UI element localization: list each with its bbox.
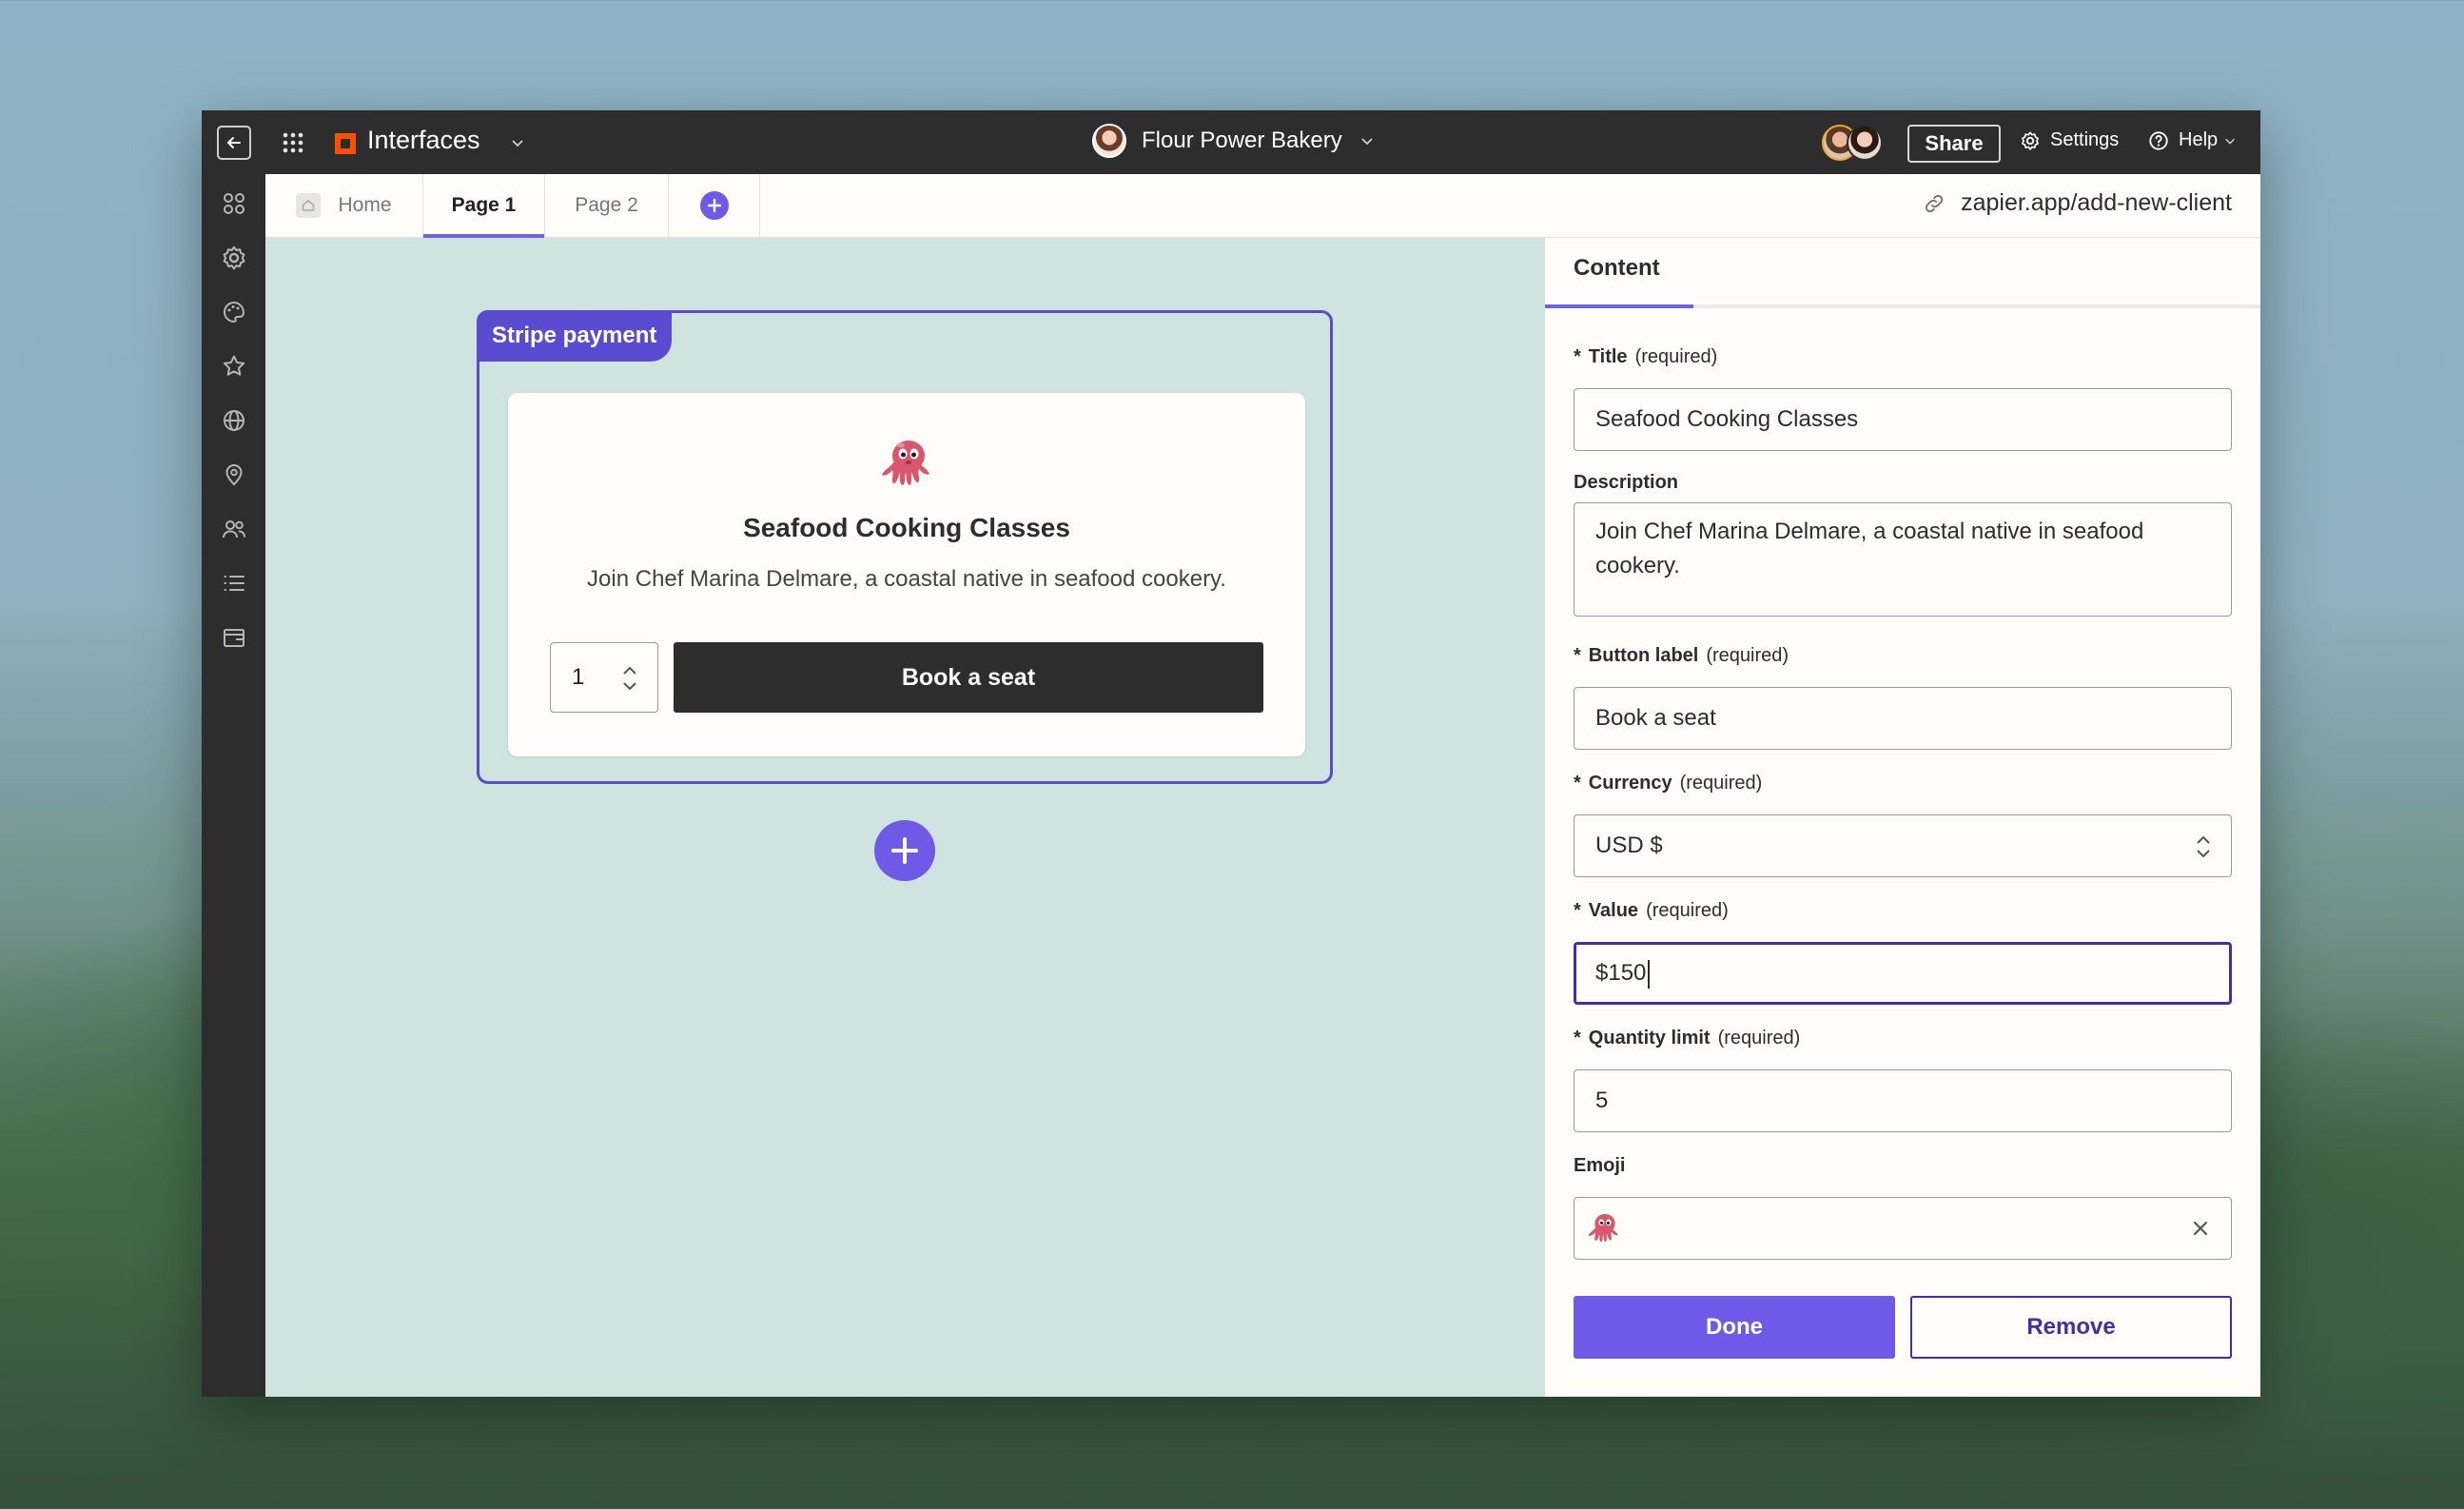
value-input[interactable]: $150 bbox=[1574, 942, 2232, 1005]
star-icon[interactable] bbox=[221, 353, 247, 380]
users-icon[interactable] bbox=[221, 516, 247, 542]
page-canvas: Stripe payment Seafood Cooking Classes J… bbox=[265, 238, 1545, 1397]
block-type-tag: Stripe payment bbox=[477, 310, 673, 362]
currency-label: * Currency (required) bbox=[1574, 773, 1763, 794]
value-text: $150 bbox=[1595, 960, 1647, 986]
settings-gear-icon[interactable] bbox=[221, 245, 247, 271]
remove-button[interactable]: Remove bbox=[1910, 1296, 2232, 1359]
settings-button[interactable]: Settings bbox=[2020, 129, 2119, 151]
app-window: Interfaces Flour Power Bakery Share Sett… bbox=[202, 110, 2260, 1397]
quantity-value: 1 bbox=[572, 664, 585, 690]
plus-icon bbox=[891, 837, 918, 864]
palette-icon[interactable] bbox=[221, 299, 247, 325]
chevron-down-icon[interactable] bbox=[510, 135, 525, 150]
url-text: zapier.app/add-new-client bbox=[1961, 189, 2232, 216]
plus-icon bbox=[699, 191, 729, 220]
octopus-icon bbox=[882, 441, 929, 485]
description-textarea[interactable]: Join Chef Marina Delmare, a coastal nati… bbox=[1574, 502, 2232, 617]
title-label: * Title (required) bbox=[1574, 346, 1718, 367]
list-icon[interactable] bbox=[221, 570, 247, 597]
emoji-label: Emoji bbox=[1574, 1155, 1626, 1176]
tab-page-1[interactable]: Page 1 bbox=[423, 174, 545, 238]
octopus-icon bbox=[1588, 1214, 1618, 1243]
apps-grid-icon[interactable] bbox=[282, 131, 304, 154]
text-cursor bbox=[1648, 959, 1651, 989]
wallet-icon[interactable] bbox=[221, 624, 247, 651]
quantity-stepper[interactable]: 1 bbox=[550, 642, 658, 713]
button-label-label: * Button label (required) bbox=[1574, 645, 1789, 666]
panel-tabs: Content bbox=[1545, 238, 2260, 308]
value-label: * Value (required) bbox=[1574, 900, 1729, 921]
currency-value: USD $ bbox=[1595, 833, 1663, 858]
stripe-payment-block[interactable]: Stripe payment Seafood Cooking Classes J… bbox=[477, 310, 1333, 784]
select-arrows-icon bbox=[2197, 835, 2210, 858]
payment-card: Seafood Cooking Classes Join Chef Marina… bbox=[508, 393, 1305, 756]
arrow-left-icon bbox=[227, 137, 241, 148]
tab-page-2[interactable]: Page 2 bbox=[545, 174, 669, 237]
top-bar: Interfaces Flour Power Bakery Share Sett… bbox=[202, 110, 2260, 174]
quantity-limit-input[interactable]: 5 bbox=[1574, 1069, 2232, 1132]
help-circle-icon bbox=[2149, 130, 2168, 150]
help-label: Help bbox=[2179, 129, 2219, 150]
workspace-name: Flour Power Bakery bbox=[1142, 127, 1342, 153]
description-label: Description bbox=[1574, 472, 1679, 493]
page-tabs: Home Page 1 Page 2 bbox=[265, 174, 1749, 238]
quantity-limit-label: * Quantity limit (required) bbox=[1574, 1028, 1801, 1048]
globe-icon[interactable] bbox=[221, 407, 247, 434]
card-description: Join Chef Marina Delmare, a coastal nati… bbox=[587, 566, 1226, 592]
gear-icon bbox=[2022, 130, 2039, 150]
tab-label: Page 1 bbox=[451, 194, 517, 216]
app-name[interactable]: Interfaces bbox=[367, 126, 480, 155]
share-button[interactable]: Share bbox=[1907, 125, 2001, 163]
left-rail bbox=[202, 174, 265, 1397]
interfaces-logo-icon bbox=[335, 133, 356, 154]
tab-home[interactable]: Home bbox=[265, 174, 423, 237]
block-settings-panel: Content * Title (required) Seafood Cooking… bbox=[1545, 238, 2260, 1397]
chevron-down-icon bbox=[1361, 138, 1373, 146]
add-block-button[interactable] bbox=[874, 820, 935, 881]
help-button[interactable]: Help bbox=[2148, 129, 2237, 151]
link-icon bbox=[1925, 194, 1944, 212]
home-icon bbox=[296, 193, 322, 218]
stepper-arrows-icon[interactable] bbox=[619, 662, 640, 695]
tab-label: Home bbox=[338, 194, 392, 216]
back-button[interactable] bbox=[217, 126, 251, 160]
title-input[interactable]: Seafood Cooking Classes bbox=[1574, 388, 2232, 451]
button-label-input[interactable]: Book a seat bbox=[1574, 687, 2232, 750]
page-url-link[interactable]: zapier.app/add-new-client bbox=[1923, 189, 2232, 217]
workspace-switcher[interactable]: Flour Power Bakery bbox=[1092, 124, 1375, 158]
card-title: Seafood Cooking Classes bbox=[743, 513, 1070, 542]
add-page-button[interactable] bbox=[669, 174, 760, 237]
close-icon[interactable] bbox=[2189, 1217, 2212, 1240]
book-seat-button[interactable]: Book a seat bbox=[674, 642, 1263, 713]
location-pin-icon[interactable] bbox=[221, 461, 247, 488]
emoji-picker[interactable] bbox=[1574, 1197, 2232, 1260]
currency-select[interactable]: USD $ bbox=[1574, 814, 2232, 877]
avatar bbox=[1847, 125, 1883, 161]
components-icon[interactable] bbox=[221, 190, 247, 217]
workspace-avatar bbox=[1092, 124, 1126, 158]
chevron-down-icon bbox=[2225, 138, 2236, 145]
tab-content[interactable]: Content bbox=[1574, 255, 1660, 282]
active-tab-indicator bbox=[1545, 304, 1693, 308]
collaborator-avatars[interactable] bbox=[1822, 125, 1888, 163]
done-button[interactable]: Done bbox=[1574, 1296, 1895, 1359]
tab-label: Page 2 bbox=[575, 194, 638, 216]
url-bar: zapier.app/add-new-client bbox=[1749, 174, 2260, 238]
settings-label: Settings bbox=[2050, 129, 2120, 150]
